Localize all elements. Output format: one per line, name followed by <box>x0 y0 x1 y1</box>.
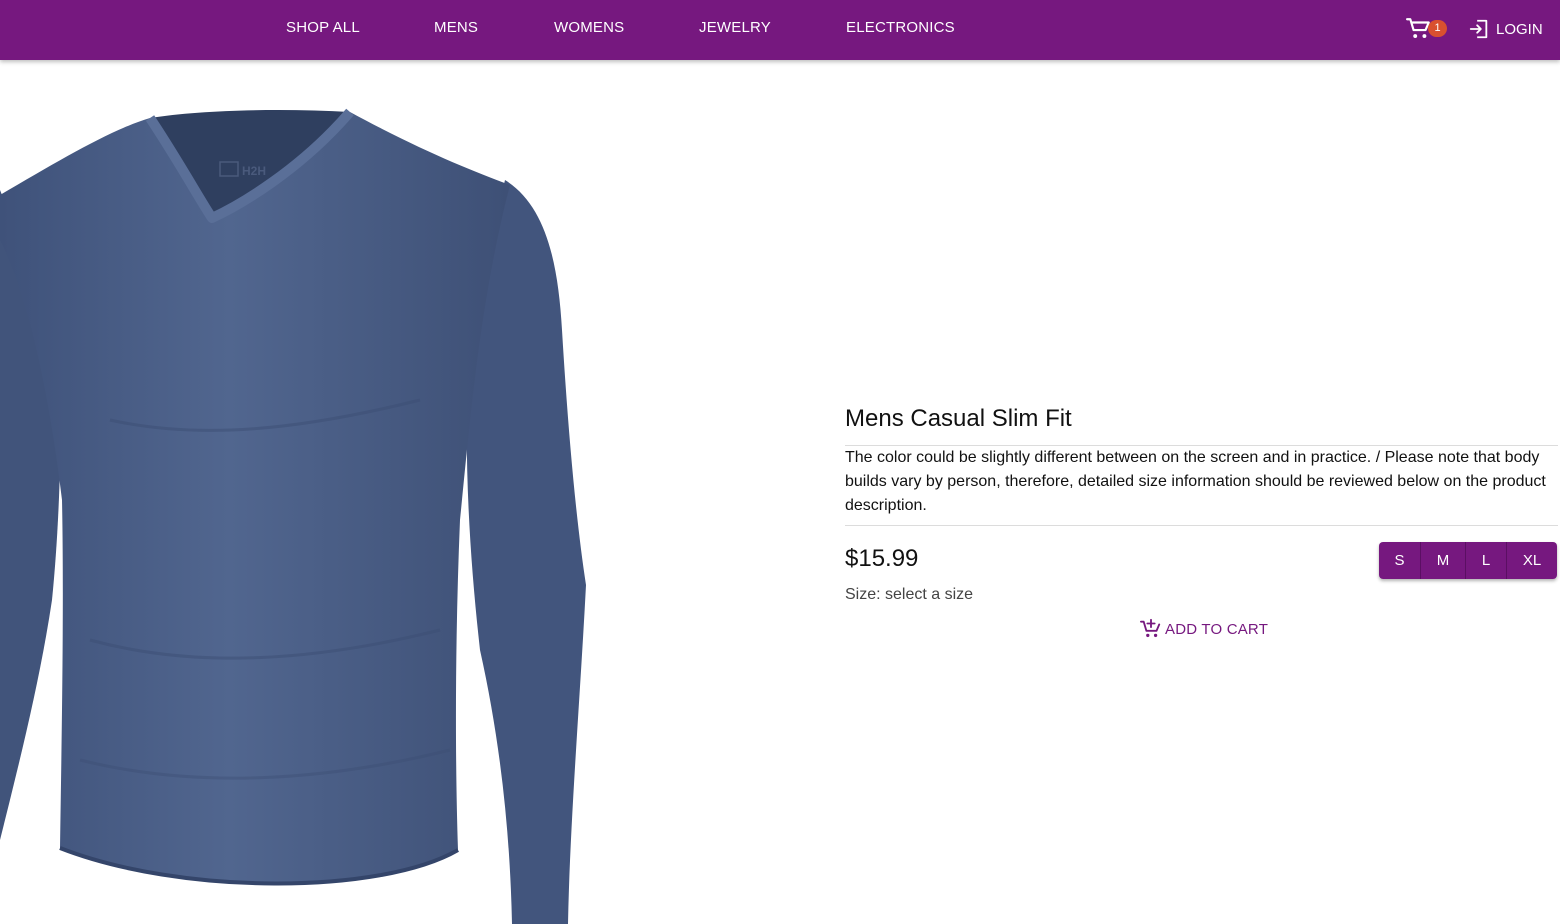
nav-link-shop-all[interactable]: SHOP ALL <box>286 19 360 37</box>
product-price: $15.99 <box>845 545 919 572</box>
nav-link-jewelry[interactable]: JEWELRY <box>699 19 771 37</box>
size-button-l[interactable]: L <box>1466 542 1507 579</box>
shirt-brand-label: H2H <box>242 164 266 178</box>
nav-link-womens[interactable]: WOMENS <box>554 19 624 37</box>
login-arrow-icon <box>1469 19 1488 39</box>
add-shopping-cart-icon <box>1140 618 1161 638</box>
nav-link-mens[interactable]: MENS <box>434 19 478 37</box>
size-status-text: Size: select a size <box>845 586 974 603</box>
size-button-m[interactable]: M <box>1421 542 1466 579</box>
login-label: LOGIN <box>1496 20 1543 38</box>
cart-button[interactable]: 1 <box>1406 16 1450 42</box>
top-navbar: SHOP ALL MENS WOMENS JEWELRY ELECTRONICS… <box>0 0 1560 60</box>
size-button-xl[interactable]: XL <box>1507 542 1557 579</box>
divider-bottom <box>845 525 1558 526</box>
product-image: H2H <box>0 60 620 924</box>
product-title: Mens Casual Slim Fit <box>845 405 1072 432</box>
size-button-s[interactable]: S <box>1379 542 1421 579</box>
product-description: The color could be slightly different be… <box>845 449 1546 514</box>
add-to-cart-label: ADD TO CART <box>1165 620 1269 638</box>
long-sleeve-shirt-illustration: H2H <box>0 108 586 924</box>
add-to-cart-button[interactable]: ADD TO CART <box>1140 617 1268 641</box>
cart-count-badge: 1 <box>1428 20 1447 37</box>
login-button[interactable]: LOGIN <box>1468 17 1543 41</box>
size-selector: S M L XL <box>1379 542 1557 579</box>
nav-link-electronics[interactable]: ELECTRONICS <box>846 19 955 37</box>
